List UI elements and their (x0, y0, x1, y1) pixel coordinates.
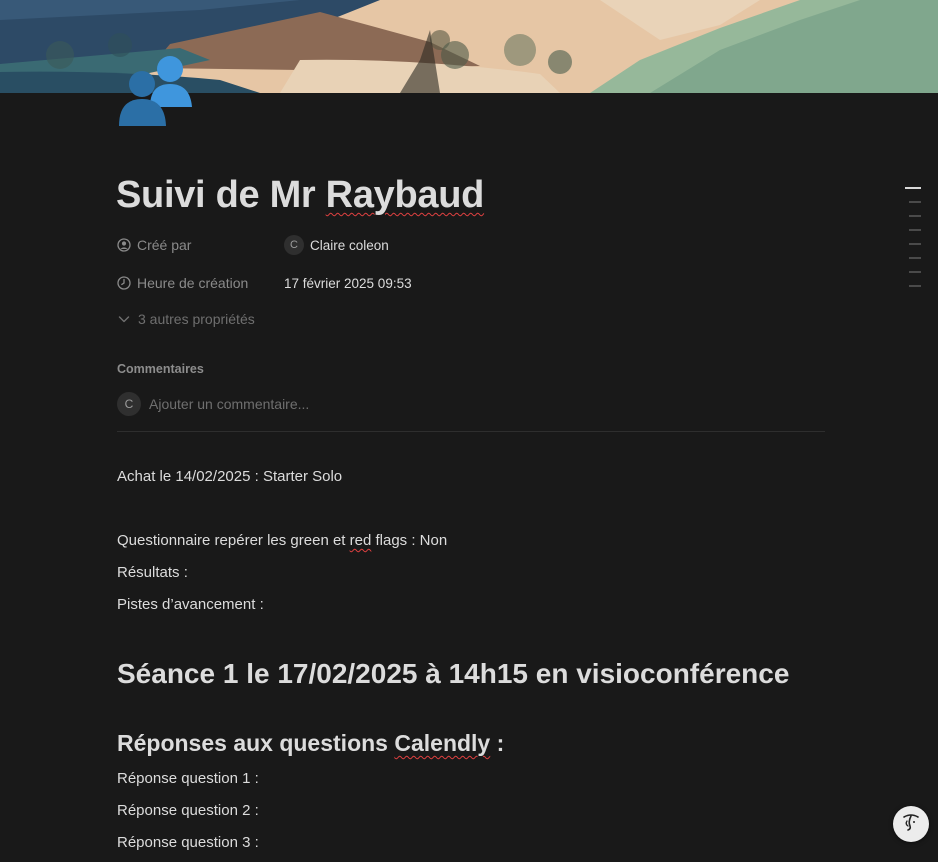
page-title-text: Suivi de Mr (116, 174, 326, 216)
created-time-value: 17 février 2025 09:53 (284, 275, 412, 291)
divider (117, 431, 825, 432)
comment-input[interactable] (149, 396, 749, 412)
comments-heading: Commentaires (117, 362, 204, 376)
questionnaire-line[interactable]: Questionnaire repérer les green et red f… (117, 532, 447, 549)
toc-item[interactable] (909, 215, 921, 217)
toc-item[interactable] (909, 243, 921, 245)
page-title-misspelled-word: Raybaud (325, 174, 485, 216)
assistant-button[interactable] (893, 806, 929, 842)
answer-line[interactable]: Réponse question 3 : (117, 834, 259, 851)
questionnaire-text: Questionnaire repérer les green et (117, 532, 350, 549)
answer-line[interactable]: Réponse question 1 : (117, 770, 259, 787)
property-name: Heure de création (116, 275, 284, 291)
property-value[interactable]: 17 février 2025 09:53 (284, 276, 412, 291)
clock-icon (116, 275, 132, 291)
toc-item[interactable] (909, 257, 921, 259)
comment-composer: C (117, 392, 749, 416)
questionnaire-text-end: flags : Non (371, 532, 448, 549)
property-created-time[interactable]: Heure de création 17 février 2025 09:53 (116, 271, 412, 295)
results-line[interactable]: Résultats : (117, 564, 188, 581)
misspelled-word: red (349, 532, 372, 549)
chevron-down-icon (116, 311, 132, 327)
property-value[interactable]: C Claire coleon (284, 235, 389, 255)
session-heading[interactable]: Séance 1 le 17/02/2025 à 14h15 en visioc… (117, 658, 789, 690)
assistant-face-icon (899, 810, 923, 839)
person-circle-icon (116, 237, 132, 253)
calendly-heading-end: : (490, 730, 505, 756)
answer-line[interactable]: Réponse question 2 : (117, 802, 259, 819)
toc-item[interactable] (905, 187, 921, 189)
property-created-by[interactable]: Créé par C Claire coleon (116, 233, 389, 257)
property-name-label: Créé par (137, 237, 192, 253)
user-name: Claire coleon (310, 237, 389, 253)
page-title[interactable]: Suivi de Mr Raybaud (116, 174, 484, 217)
calendly-heading[interactable]: Réponses aux questions Calendly : (117, 730, 504, 757)
toc-item[interactable] (909, 271, 921, 273)
toc-item[interactable] (909, 201, 921, 203)
more-properties-label: 3 autres propriétés (138, 311, 255, 327)
property-name: Créé par (116, 237, 284, 253)
two-people-icon[interactable] (116, 52, 196, 128)
toc-item[interactable] (909, 229, 921, 231)
misspelled-word: Calendly (394, 730, 491, 756)
avatar: C (117, 392, 141, 416)
more-properties-toggle[interactable]: 3 autres propriétés (116, 311, 255, 327)
calendly-heading-text: Réponses aux questions (117, 730, 395, 756)
property-name-label: Heure de création (137, 275, 249, 291)
avatar: C (284, 235, 304, 255)
pistes-line[interactable]: Pistes d’avancement : (117, 596, 264, 613)
table-of-contents-minimap[interactable] (905, 187, 923, 299)
toc-item[interactable] (909, 285, 921, 287)
purchase-line[interactable]: Achat le 14/02/2025 : Starter Solo (117, 468, 342, 485)
